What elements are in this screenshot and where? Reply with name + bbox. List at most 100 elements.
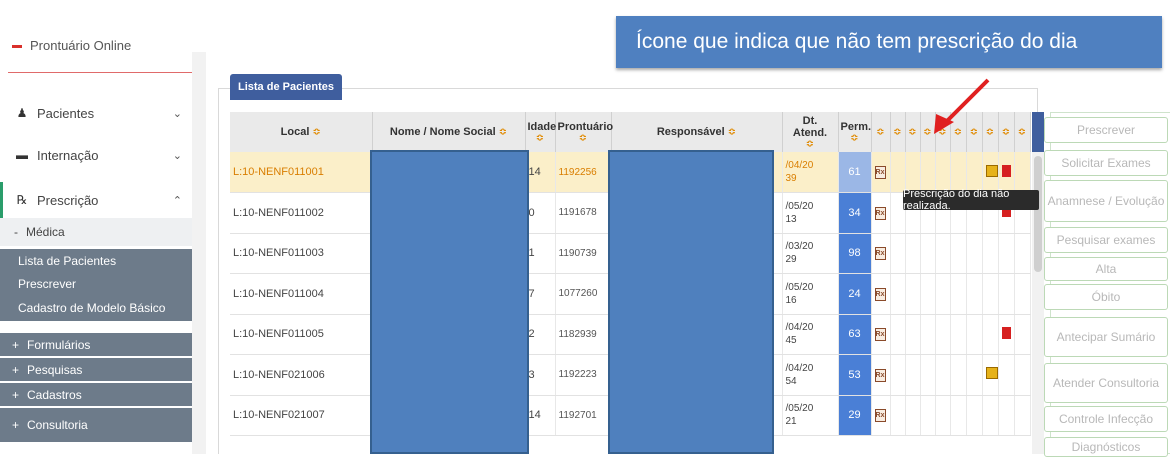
chevron-up-icon: ⌃ — [172, 194, 182, 207]
sidebar-item-lista-pacientes[interactable]: Lista de Pacientes — [0, 249, 192, 272]
sort-icon[interactable]: ≎ — [874, 127, 888, 138]
cell-icon-1[interactable]: Rx — [871, 395, 891, 436]
col-icon-8[interactable]: ≎ — [982, 112, 999, 152]
col-icon-9[interactable]: ≎ — [998, 112, 1015, 152]
col-dt-atend[interactable]: Dt. Atend. ≎ — [782, 112, 839, 152]
cell-icon-9[interactable] — [998, 395, 1015, 436]
cell-icon-8[interactable] — [982, 354, 999, 396]
col-icon-10[interactable]: ≎ — [1014, 112, 1031, 152]
sidebar-item-consultoria[interactable]: + Consultoria — [0, 408, 192, 442]
cell-icon-9[interactable] — [998, 314, 1015, 355]
col-icon-4[interactable]: ≎ — [920, 112, 936, 152]
cell-icon-8[interactable] — [982, 152, 999, 193]
document-icon[interactable] — [1001, 164, 1011, 177]
cell-icon-9[interactable] — [998, 152, 1015, 193]
cell-icon-9[interactable] — [998, 354, 1015, 396]
col-icon-5[interactable]: ≎ — [935, 112, 951, 152]
sidebar-sub-medica[interactable]: - Médica — [0, 218, 192, 246]
sort-icon[interactable]: ≎ — [923, 127, 933, 138]
cell-icon-1[interactable]: Rx — [871, 192, 891, 234]
sort-icon[interactable]: ≎ — [969, 127, 980, 138]
tab-lista-pacientes[interactable]: Lista de Pacientes — [230, 74, 342, 100]
action-button-9[interactable]: Controle Infecção — [1044, 406, 1168, 432]
col-icon-2[interactable]: ≎ — [890, 112, 906, 152]
sidebar-item-cadastro-modelo[interactable]: Cadastro de Modelo Básico — [0, 295, 192, 321]
action-button-2[interactable]: Solicitar Exames — [1044, 150, 1168, 176]
sidebar-item-prescricao[interactable]: ℞ Prescrição ⌃ — [0, 182, 192, 218]
cell-icon-1[interactable]: Rx — [871, 314, 891, 355]
col-nome[interactable]: Nome / Nome Social ≎ — [372, 112, 526, 152]
sort-icon[interactable]: ≎ — [528, 133, 553, 144]
cell-icon-8[interactable] — [982, 314, 999, 355]
cell-icon-1[interactable]: Rx — [871, 152, 891, 193]
cell-icon-8[interactable] — [982, 273, 999, 315]
sidebar-item-formularios[interactable]: + Formulários — [0, 333, 192, 356]
sort-icon[interactable]: ≎ — [728, 127, 736, 138]
action-button-8[interactable]: Atender Consultoria — [1044, 363, 1168, 403]
cell-icon-1[interactable]: Rx — [871, 233, 891, 274]
action-button-6[interactable]: Óbito — [1044, 284, 1168, 310]
sidebar-item-prescrever[interactable]: Prescrever — [0, 272, 192, 295]
cell-dt-atend: /05/20 16 — [782, 273, 839, 315]
calendar-icon[interactable] — [985, 164, 997, 177]
no-prescription-icon[interactable]: Rx — [874, 368, 886, 382]
action-button-5[interactable]: Alta — [1044, 257, 1168, 281]
table-scrollbar-thumb[interactable] — [1034, 156, 1042, 272]
sort-icon[interactable]: ≎ — [985, 127, 996, 138]
sidebar-item-pacientes[interactable]: ♟ Pacientes ⌄ — [0, 95, 192, 131]
sort-icon[interactable]: ≎ — [1017, 127, 1028, 138]
sidebar-item-label: Prescrição — [37, 192, 99, 208]
col-icon-7[interactable]: ≎ — [966, 112, 983, 152]
col-responsavel[interactable]: Responsável ≎ — [611, 112, 783, 152]
col-icon-3[interactable]: ≎ — [905, 112, 921, 152]
sort-icon[interactable]: ≎ — [908, 127, 918, 138]
chevron-down-icon: ⌄ — [172, 149, 182, 162]
sort-icon[interactable]: ≎ — [841, 133, 869, 144]
sidebar-item-pesquisas[interactable]: + Pesquisas — [0, 358, 192, 381]
sort-icon[interactable]: ≎ — [785, 139, 836, 150]
no-prescription-icon[interactable]: Rx — [874, 166, 886, 179]
sort-icon[interactable]: ≎ — [499, 127, 507, 138]
cell-icon-8[interactable] — [982, 233, 999, 274]
plus-icon: + — [12, 387, 20, 402]
sidebar-top-item[interactable]: Prontuário Online — [12, 38, 131, 52]
col-idade[interactable]: Idade ≎ — [525, 112, 556, 152]
cell-icon-1[interactable]: Rx — [871, 273, 891, 315]
no-prescription-icon[interactable]: Rx — [874, 287, 886, 301]
sort-icon[interactable]: ≎ — [1001, 127, 1012, 138]
action-button-3[interactable]: Anamnese / Evolução — [1044, 180, 1168, 222]
no-prescription-icon[interactable]: Rx — [874, 409, 886, 423]
action-button-7[interactable]: Antecipar Sumário — [1044, 317, 1168, 357]
cell-icon-3 — [905, 354, 921, 396]
col-perm[interactable]: Perm. ≎ — [838, 112, 872, 152]
cell-perm: 53 — [838, 354, 872, 396]
action-button-4[interactable]: Pesquisar exames — [1044, 227, 1168, 253]
calendar-icon[interactable] — [985, 367, 997, 380]
cell-icon-9[interactable] — [998, 273, 1015, 315]
sidebar-top-label: Prontuário Online — [30, 38, 132, 52]
sort-icon[interactable]: ≎ — [893, 127, 903, 138]
cell-prontuario: 1077260 — [555, 273, 612, 315]
cell-dt-line1: /05/20 — [785, 200, 814, 212]
col-icon-6[interactable]: ≎ — [950, 112, 967, 152]
sidebar-item-internacao[interactable]: ▬ Internação ⌄ — [0, 137, 192, 173]
no-prescription-icon[interactable]: Rx — [874, 328, 886, 342]
cell-icon-1[interactable]: Rx — [871, 354, 891, 396]
sort-icon[interactable]: ≎ — [312, 127, 320, 138]
col-icon-1[interactable]: ≎ — [871, 112, 891, 152]
sort-icon[interactable]: ≎ — [953, 127, 964, 138]
col-local[interactable]: Local ≎ — [230, 112, 373, 152]
no-prescription-icon[interactable]: Rx — [874, 206, 886, 220]
cell-icon-8[interactable] — [982, 395, 999, 436]
sort-icon[interactable]: ≎ — [938, 127, 948, 138]
action-button-10[interactable]: Diagnósticos — [1044, 437, 1168, 457]
sidebar-item-cadastros[interactable]: + Cadastros — [0, 383, 192, 406]
action-button-1[interactable]: Prescrever — [1044, 117, 1168, 143]
col-prontuario[interactable]: Prontuário ≎ — [555, 112, 613, 152]
cell-icon-2 — [890, 152, 906, 193]
no-prescription-icon[interactable]: Rx — [874, 247, 886, 261]
sort-icon[interactable]: ≎ — [558, 133, 609, 144]
cell-dt-atend: /05/20 21 — [782, 395, 839, 436]
document-icon[interactable] — [1001, 326, 1011, 339]
cell-icon-9[interactable] — [998, 233, 1015, 274]
